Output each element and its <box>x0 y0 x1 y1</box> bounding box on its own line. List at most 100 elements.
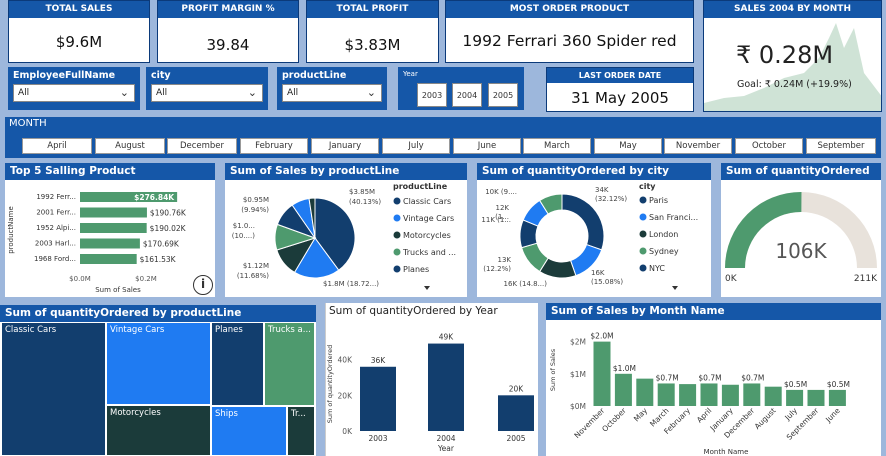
year-y-tick: 40K <box>338 356 354 365</box>
month-bar <box>764 386 782 406</box>
employee-dropdown[interactable]: All ⌄ <box>13 84 135 102</box>
slicer-label: productLine <box>282 70 347 81</box>
donut-legend-marker <box>639 230 647 238</box>
kpi-value: ₹ 0.28M <box>736 41 834 69</box>
dropdown-value: All <box>287 88 299 98</box>
donut-data-label: 11K (1... <box>481 216 511 224</box>
month-bar <box>721 384 739 406</box>
top5-title: Top 5 Salling Product <box>5 163 215 180</box>
pie-legend-item: Vintage Cars <box>403 214 454 223</box>
kpi-label: SALES 2004 BY MONTH <box>704 1 881 18</box>
donut-data-label: (15.08%) <box>591 278 623 286</box>
month-bar <box>807 389 825 406</box>
slicer-label: Year <box>403 70 418 78</box>
pie-data-label: $1.8M (18.72...) <box>323 280 379 288</box>
pie-legend-item: Planes <box>403 265 429 274</box>
top5-bar <box>80 254 137 264</box>
month-option-october[interactable]: October <box>735 138 803 154</box>
month-option-july[interactable]: July <box>382 138 450 154</box>
pie-productline-chart: $3.85M (40.13%) $1.8M (18.72...) $1.12M (11.… <box>232 182 456 290</box>
month-bar-label: $2.0M <box>590 332 613 341</box>
year-option-2003[interactable]: 2003 <box>417 83 447 107</box>
kpi-sales-2004[interactable]: SALES 2004 BY MONTH ₹ 0.28M Goal: ₹ 0.24… <box>703 0 882 112</box>
donut-legend-item: NYC <box>649 264 665 273</box>
month-option-april[interactable]: April <box>22 138 92 154</box>
treemap-tile-planes[interactable]: Planes <box>211 322 264 406</box>
slicer-employee[interactable]: EmployeeFullName All ⌄ <box>8 67 140 110</box>
treemap-tile-vintage-cars[interactable]: Vintage Cars <box>106 322 211 405</box>
donut-data-label: 34K <box>595 186 609 194</box>
pie-legend-item: Trucks and ... <box>402 248 456 257</box>
treemap-tile-ships[interactable]: Ships <box>211 406 287 456</box>
top5-category-label: 1968 Ford... <box>34 255 76 263</box>
top5-bar-label: $190.76K <box>150 209 187 218</box>
month-bar <box>786 389 804 406</box>
treemap-tile-trucks[interactable]: Trucks a... <box>264 322 315 406</box>
pie-legend-item: Classic Cars <box>403 197 451 206</box>
month-option-january[interactable]: January <box>311 138 379 154</box>
dropdown-value: All <box>18 88 30 98</box>
month-xlabel: Month Name <box>704 448 749 456</box>
month-y-tick: $1M <box>570 370 586 379</box>
chevron-down-icon: ⌄ <box>119 86 129 99</box>
kpi-value: 39.84 <box>206 36 250 54</box>
kpi-value: 1992 Ferrari 360 Spider red <box>462 32 677 50</box>
year-chart-title: Sum of quantityOrdered by Year <box>329 305 498 317</box>
kpi-total-sales[interactable]: TOTAL SALES $9.6M <box>8 0 150 63</box>
month-option-september[interactable]: September <box>806 138 876 154</box>
kpi-label: TOTAL SALES <box>9 1 149 18</box>
kpi-total-profit[interactable]: TOTAL PROFIT $3.83M <box>306 0 439 63</box>
kpi-label: LAST ORDER DATE <box>547 68 693 83</box>
month-option-november[interactable]: November <box>664 138 732 154</box>
month-x-tick: April <box>695 406 713 424</box>
info-icon[interactable]: i <box>193 275 213 295</box>
donut-legend-item: San Franci... <box>649 213 698 222</box>
kpi-value: 31 May 2005 <box>571 89 669 107</box>
kpi-profit-margin[interactable]: PROFIT MARGIN % 39.84 <box>157 0 299 63</box>
month-option-june[interactable]: June <box>453 138 521 154</box>
gauge-min: 0K <box>725 274 738 284</box>
donut-city-title: Sum of quantityOrdered by city <box>477 163 711 180</box>
month-bar <box>593 341 611 406</box>
month-x-tick: June <box>823 406 842 425</box>
month-chart-title: Sum of Sales by Month Name <box>546 303 881 320</box>
top5-tick: $0.0M <box>69 275 91 283</box>
gauge-value: 106K <box>775 239 827 263</box>
year-bar <box>360 366 396 431</box>
month-bar <box>614 373 632 406</box>
month-bar <box>679 384 697 406</box>
slicer-productline[interactable]: productLine All ⌄ <box>277 67 387 110</box>
year-xlabel: Year <box>437 444 455 453</box>
month-option-march[interactable]: March <box>523 138 591 154</box>
chevron-down-icon: ⌄ <box>366 86 376 99</box>
month-option-august[interactable]: August <box>95 138 165 154</box>
month-option-may[interactable]: May <box>594 138 662 154</box>
donut-data-label: 13K <box>498 256 512 264</box>
kpi-most-order-product[interactable]: MOST ORDER PRODUCT 1992 Ferrari 360 Spid… <box>445 0 694 63</box>
pie-data-label: (11.68%) <box>237 272 269 280</box>
slicer-city[interactable]: city All ⌄ <box>146 67 268 110</box>
donut-legend-marker <box>639 264 647 272</box>
month-bar <box>657 383 675 406</box>
month-x-tick: July <box>782 406 799 423</box>
year-bar <box>498 395 534 431</box>
month-bar-label: $0.7M <box>698 373 721 382</box>
kpi-label: TOTAL PROFIT <box>307 1 438 18</box>
donut-data-label: (32.12%) <box>595 195 627 203</box>
productline-dropdown[interactable]: All ⌄ <box>282 84 382 102</box>
kpi-value: $9.6M <box>55 33 103 51</box>
year-option-2005[interactable]: 2005 <box>488 83 518 107</box>
year-option-2004[interactable]: 2004 <box>452 83 482 107</box>
top5-category-label: 1992 Ferr... <box>36 193 76 201</box>
month-option-december[interactable]: December <box>167 138 237 154</box>
top5-category-label: 2003 Harl... <box>35 240 76 248</box>
chevron-down-icon: ⌄ <box>247 86 257 99</box>
treemap-tile-trains[interactable]: Tr... <box>287 406 315 456</box>
pie-legend-marker <box>393 197 401 205</box>
treemap-tile-motorcycles[interactable]: Motorcycles <box>106 405 211 456</box>
treemap-tile-classic-cars[interactable]: Classic Cars <box>1 322 106 456</box>
donut-data-label: 16K (14.8...) <box>504 280 548 288</box>
pie-data-label: $1.0... <box>233 222 255 230</box>
month-option-february[interactable]: February <box>240 138 308 154</box>
city-dropdown[interactable]: All ⌄ <box>151 84 263 102</box>
